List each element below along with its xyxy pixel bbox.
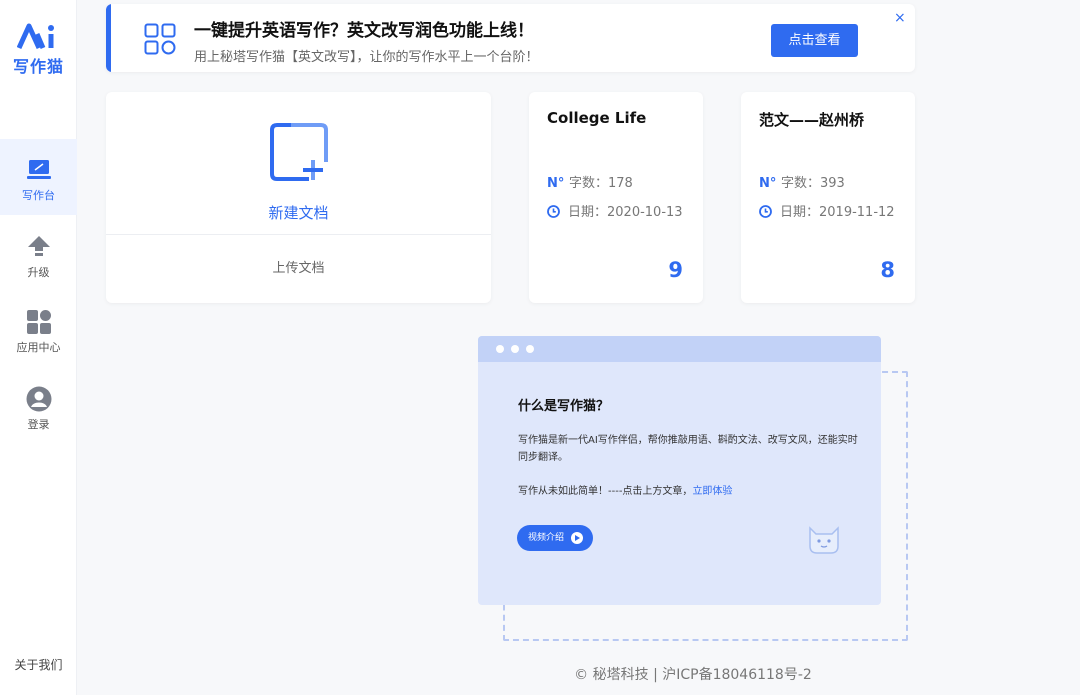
intro-cta-text: 写作从未如此简单！----点击上方文章， — [518, 486, 693, 497]
number-sign-icon: N° — [759, 176, 777, 191]
new-document-icon[interactable] — [269, 122, 329, 182]
sidebar-item-label: 登录 — [27, 418, 50, 431]
promo-banner: 一键提升英语写作？英文改写润色功能上线！ 用上秘塔写作猫【英文改写】，让你的写作… — [106, 4, 915, 72]
sidebar-item-upgrade[interactable]: 升级 — [0, 216, 77, 292]
intro-cta-line: 写作从未如此简单！----点击上方文章，立即体验 — [518, 482, 732, 497]
try-now-link[interactable]: 立即体验 — [692, 486, 732, 497]
banner-title: 一键提升英语写作？英文改写润色功能上线！ — [194, 21, 534, 41]
sidebar-item-label: 应用中心 — [16, 341, 61, 354]
sidebar-item-label: 写作台 — [22, 189, 55, 202]
video-intro-button[interactable]: 视频介绍 — [517, 525, 593, 551]
document-date: 日期：2020-10-13 — [547, 201, 683, 220]
upgrade-arrow-icon — [27, 236, 50, 256]
user-icon — [26, 386, 51, 412]
clock-icon — [759, 205, 772, 218]
logo-text: 写作猫 — [12, 57, 64, 76]
new-document-button[interactable]: 新建文档 — [106, 202, 491, 223]
footer-copyright: © 秘塔科技 | 沪ICP备18046118号-2 — [574, 667, 812, 683]
window-titlebar — [478, 336, 881, 362]
logo-mark-icon — [16, 23, 54, 50]
window-dot — [511, 345, 519, 353]
word-count-text: 字数：393 — [781, 176, 845, 191]
banner-accent-bar — [106, 4, 111, 72]
laptop-icon — [26, 160, 51, 179]
sidebar-item-label: 升级 — [27, 266, 50, 279]
card-divider — [106, 234, 491, 235]
window-dot — [496, 345, 504, 353]
document-card[interactable]: College Life N° 字数：178 日期：2020-10-13 9 — [529, 92, 703, 303]
document-title: College Life — [547, 109, 647, 127]
close-icon[interactable]: × — [894, 10, 906, 26]
intro-question: 什么是写作猫？ — [518, 399, 610, 414]
date-text: 日期：2019-11-12 — [780, 205, 895, 220]
document-date: 日期：2019-11-12 — [759, 201, 895, 220]
about-us-link[interactable]: 关于我们 — [0, 656, 77, 673]
banner-view-button[interactable]: 点击查看 — [771, 24, 858, 57]
sidebar-item-app-center[interactable]: 应用中心 — [0, 292, 77, 368]
document-card[interactable]: 范文——赵州桥 N° 字数：393 日期：2019-11-12 8 — [741, 92, 915, 303]
sidebar-item-login[interactable]: 登录 — [0, 368, 77, 444]
new-document-card: 新建文档 上传文档 — [106, 92, 491, 303]
cat-mascot-icon — [809, 526, 839, 554]
date-text: 日期：2020-10-13 — [568, 205, 683, 220]
document-title: 范文——赵州桥 — [759, 111, 865, 129]
video-intro-label: 视频介绍 — [528, 533, 565, 543]
intro-panel: 什么是写作猫？ 写作猫是新一代AI写作伴侣，帮你推敲用语、斟酌文法、改写文风，还… — [478, 336, 881, 605]
apps-grid-icon — [144, 23, 176, 55]
apps-grid-icon — [26, 310, 51, 334]
word-count: N° 字数：178 — [547, 172, 633, 191]
document-number: 8 — [880, 258, 895, 282]
number-sign-icon: N° — [547, 176, 565, 191]
sidebar-item-workspace[interactable]: 写作台 — [0, 139, 77, 215]
word-count: N° 字数：393 — [759, 172, 845, 191]
clock-icon — [547, 205, 560, 218]
word-count-text: 字数：178 — [569, 176, 633, 191]
banner-subtitle: 用上秘塔写作猫【英文改写】，让你的写作水平上一个台阶！ — [194, 50, 539, 65]
document-number: 9 — [668, 258, 683, 282]
sidebar: 写作猫 写作台 升级 应用中心 登录 关于我们 — [0, 0, 77, 695]
window-dot — [526, 345, 534, 353]
play-icon — [571, 532, 583, 544]
app-logo[interactable]: 写作猫 — [0, 22, 77, 77]
intro-description: 写作猫是新一代AI写作伴侣，帮你推敲用语、斟酌文法、改写文风，还能实时同步翻译。 — [518, 435, 858, 463]
upload-document-button[interactable]: 上传文档 — [106, 257, 491, 276]
